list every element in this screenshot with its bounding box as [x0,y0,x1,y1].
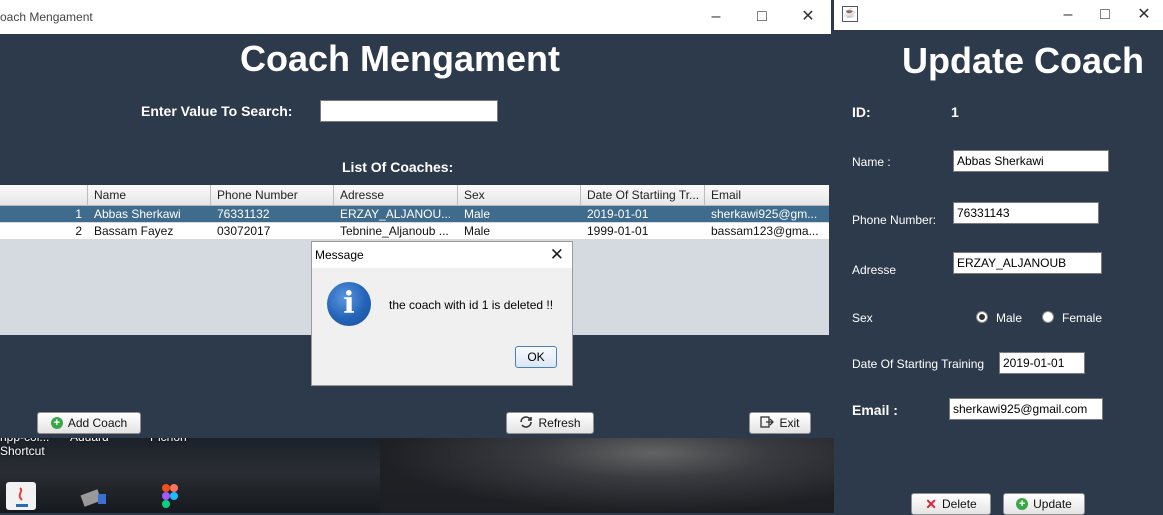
title-bar: oach Mengament – □ ✕ [0,0,831,34]
minimize-icon[interactable]: – [703,6,729,28]
adresse-field[interactable]: ERZAY_ALJANOUB [953,252,1102,274]
id-label: ID: [852,104,871,120]
column-header-adresse[interactable]: Adresse [334,185,458,205]
minimize-icon[interactable]: – [1055,4,1081,26]
page-title: Coach Mengament [239,38,561,79]
desktop-background: npp-col... Aduard Pichon Shortcut [0,430,835,513]
search-input[interactable] [320,100,498,122]
email-label: Email : [852,402,898,418]
desktop-icon-label: Shortcut [0,444,45,458]
refresh-label: Refresh [538,416,581,430]
cell-adresse: Tebnine_Aljanoub ... [340,224,449,238]
cell-date: 2019-01-01 [587,207,649,221]
delete-button[interactable]: ✕ Delete [911,493,991,515]
cell-email: sherkawi925@gm... [711,207,818,221]
add-coach-label: Add Coach [67,416,128,430]
java-desktop-icon[interactable] [6,482,36,510]
delete-label: Delete [942,497,977,511]
search-label: Enter Value To Search: [141,103,293,119]
update-button[interactable]: + Update [1003,493,1085,515]
dialog-message: the coach with id 1 is deleted !! [389,298,554,312]
cell-sex: Male [464,207,491,221]
window-title: oach Mengament [0,10,93,24]
column-header-email[interactable]: Email [705,185,829,205]
add-coach-button[interactable]: + Add Coach [37,412,141,434]
title-bar: ☕ – □ ✕ [834,0,1163,30]
table-header: Name Phone Number Adresse Sex Date Of St… [0,185,829,206]
exit-button[interactable]: Exit [749,412,811,434]
exit-icon [760,415,775,431]
refresh-icon [519,415,533,431]
name-field[interactable]: Abbas Sherkawi [953,150,1109,172]
cell-name: Bassam Fayez [94,224,174,238]
sex-label: Sex [852,311,873,325]
message-dialog: Message ✕ i the coach with id 1 is delet… [311,241,573,386]
cell-email: bassam123@gma... [711,224,819,238]
info-icon: i [327,282,371,326]
cell-name: Abbas Sherkawi [94,207,181,221]
column-header-name[interactable]: Name [88,185,211,205]
cell-date: 1999-01-01 [587,224,649,238]
table-row[interactable]: 2 Bassam Fayez 03072017 Tebnine_Aljanoub… [0,223,829,239]
date-field[interactable]: 2019-01-01 [999,352,1085,374]
male-label: Male [996,311,1023,325]
maximize-icon[interactable]: □ [749,6,775,28]
delete-x-icon: ✕ [925,495,938,512]
male-radio[interactable] [976,311,988,323]
column-header-id[interactable] [0,185,88,205]
close-icon[interactable]: ✕ [795,6,821,28]
female-label: Female [1062,311,1103,325]
adresse-label: Adresse [852,263,897,277]
dialog-title: Message [315,248,364,262]
figma-desktop-icon[interactable] [158,482,188,510]
plus-icon: + [1016,498,1029,510]
close-icon[interactable]: ✕ [550,245,564,265]
close-icon[interactable]: ✕ [1131,4,1157,26]
phone-field[interactable]: 76331143 [953,202,1099,224]
id-value: 1 [951,104,959,120]
email-field[interactable]: sherkawi925@gmail.com [949,398,1103,420]
update-coach-window: ☕ – □ ✕ Update Coach ID: 1 Name : Abbas … [834,0,1163,515]
list-label: List Of Coaches: [342,159,454,175]
java-icon: ☕ [842,6,858,22]
exit-label: Exit [779,416,800,430]
name-label: Name : [852,155,891,169]
dialog-title-bar: Message ✕ [312,242,572,268]
refresh-button[interactable]: Refresh [506,412,594,434]
update-title: Update Coach [901,40,1145,81]
phone-label: Phone Number: [852,213,937,227]
column-header-phone[interactable]: Phone Number [211,185,334,205]
shield-desktop-icon[interactable] [80,482,110,510]
cell-sex: Male [464,224,491,238]
date-label: Date Of Starting Training [852,357,985,371]
cell-phone: 03072017 [217,224,271,238]
column-header-date[interactable]: Date Of Startiing Tr... [581,185,705,205]
table-row[interactable]: 1 Abbas Sherkawi 76331132 ERZAY_ALJANOU.… [0,206,829,222]
desktop-wallpaper [380,438,835,513]
female-radio[interactable] [1042,311,1054,323]
column-header-sex[interactable]: Sex [458,185,581,205]
maximize-icon[interactable]: □ [1092,4,1118,26]
cell-phone: 76331132 [217,207,270,221]
ok-button[interactable]: OK [515,346,557,368]
cell-adresse: ERZAY_ALJANOU... [340,207,452,221]
cell-id: 2 [75,224,82,238]
update-label: Update [1033,497,1072,511]
plus-icon: + [50,417,63,429]
cell-id: 1 [75,207,82,221]
